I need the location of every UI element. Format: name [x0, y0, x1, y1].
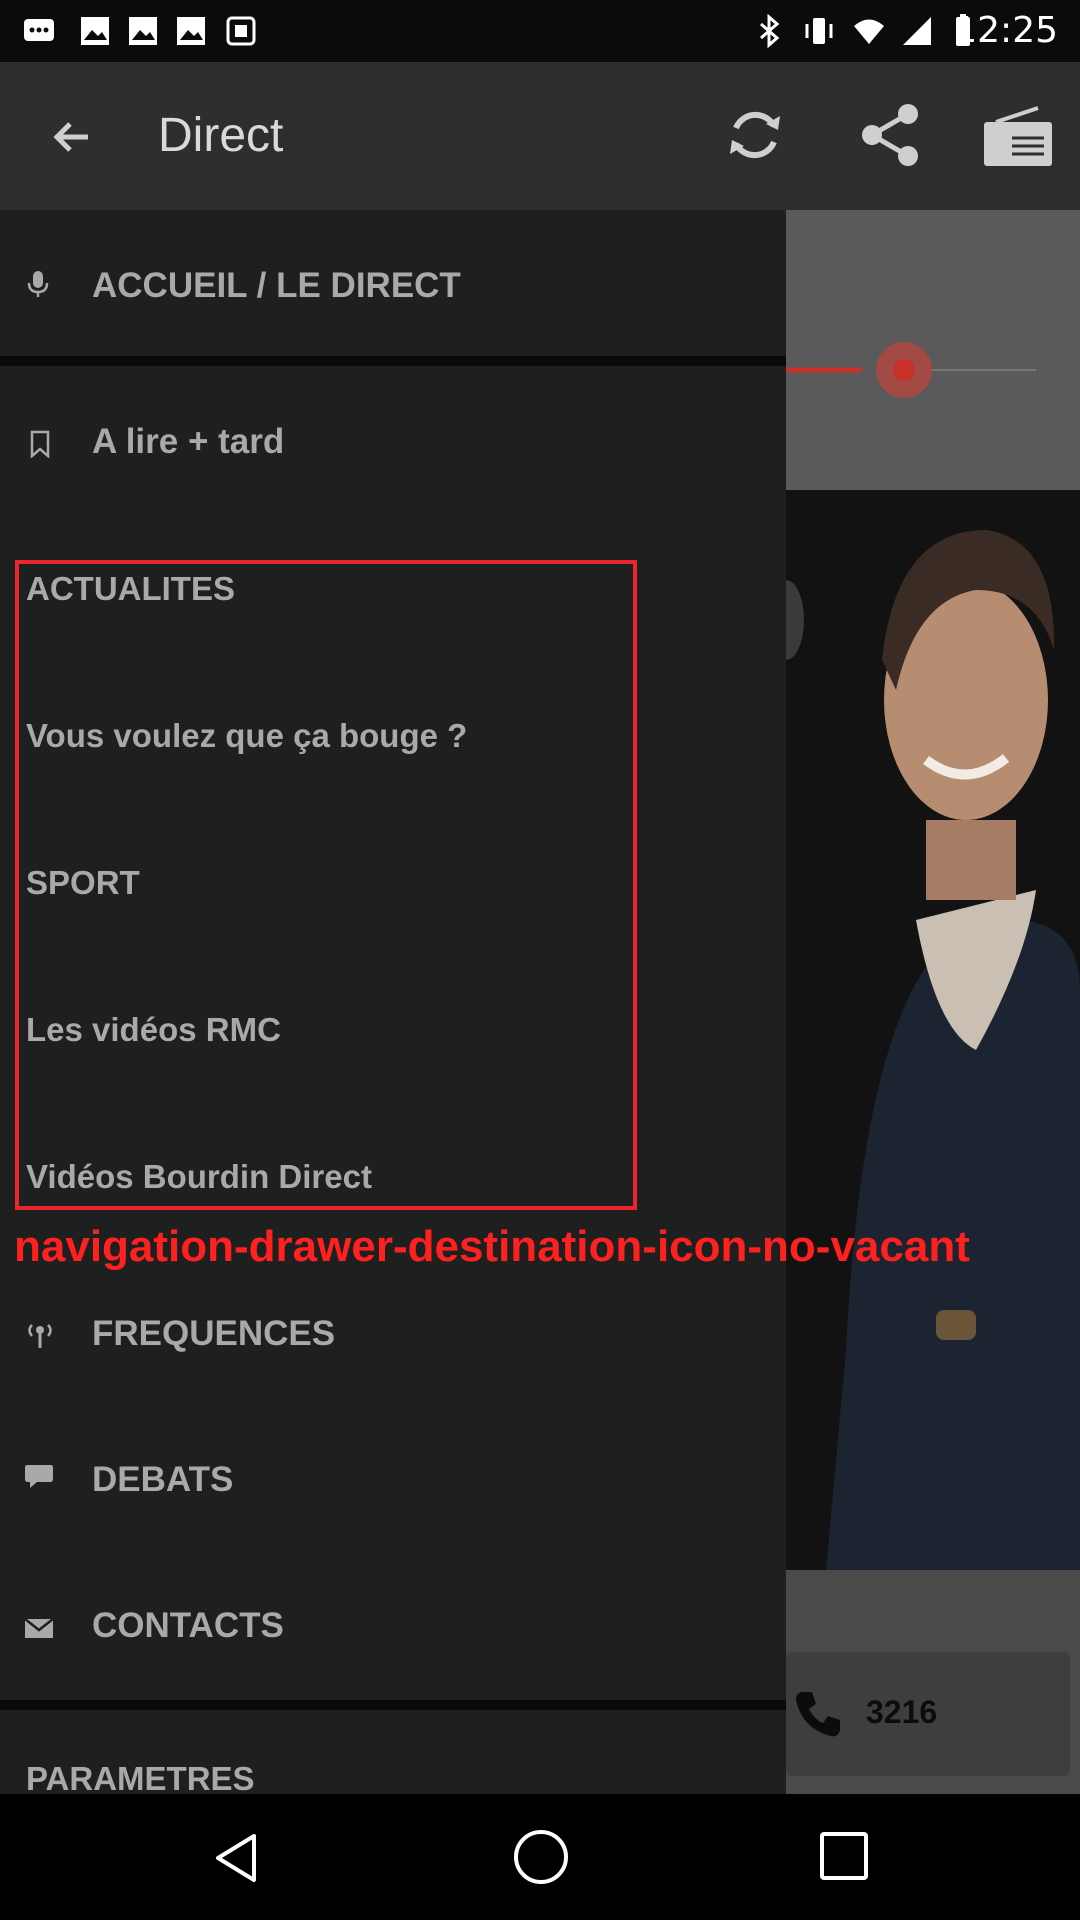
host-photo-illustration — [786, 490, 1080, 1570]
drawer-item-frequences[interactable]: FREQUENCES — [0, 1260, 786, 1406]
player-panel — [786, 210, 1080, 490]
drawer-item-label: ACCUEIL / LE DIRECT — [92, 266, 461, 305]
notification-icon — [226, 16, 256, 46]
drawer-item-label: DEBATS — [92, 1460, 234, 1499]
arrow-back-icon[interactable] — [46, 112, 96, 162]
nav-recents-icon[interactable] — [818, 1830, 870, 1882]
chat-bubble-icon — [25, 1465, 53, 1488]
drawer-item-label: CONTACTS — [92, 1606, 284, 1645]
antenna-icon — [28, 1324, 52, 1348]
wifi-icon — [854, 19, 884, 44]
drawer-item-contacts[interactable]: CONTACTS — [0, 1552, 786, 1698]
drawer-item-accueil[interactable]: ACCUEIL / LE DIRECT — [0, 210, 786, 356]
image-icon-3 — [177, 17, 205, 45]
drawer-item-label: A lire + tard — [92, 422, 285, 461]
image-icon — [81, 17, 109, 45]
image-icon-2 — [129, 17, 157, 45]
radio-icon[interactable] — [982, 104, 1054, 170]
nav-back-icon[interactable] — [208, 1830, 264, 1886]
drawer-divider-bottom — [0, 1700, 786, 1710]
app-bar: Direct — [0, 62, 1080, 210]
vibrate-icon — [805, 18, 833, 44]
status-time: 12:25 — [954, 10, 1058, 51]
bluetooth-icon — [760, 14, 780, 48]
bookmark-icon — [30, 430, 50, 458]
microphone-icon — [27, 271, 49, 297]
system-navigation-bar — [0, 1794, 1080, 1920]
share-icon[interactable] — [858, 102, 924, 168]
drawer-footer-parametres[interactable]: PARAMETRES — [26, 1760, 255, 1794]
refresh-icon[interactable] — [722, 102, 788, 168]
status-bar: 12:25 — [0, 0, 1080, 62]
highlight-box — [15, 560, 637, 1210]
drawer-item-debats[interactable]: DEBATS — [0, 1406, 786, 1552]
mail-icon — [24, 1618, 54, 1638]
drawer-item-label: FREQUENCES — [92, 1314, 336, 1353]
drawer-item-a-lire[interactable]: A lire + tard — [0, 366, 786, 516]
page-title: Direct — [158, 109, 284, 162]
host-photo — [786, 490, 1080, 1570]
drawer-divider — [0, 356, 786, 366]
message-icon — [24, 19, 54, 41]
call-number: 3216 — [866, 1694, 938, 1730]
nav-home-icon[interactable] — [512, 1828, 570, 1886]
player-seekbar[interactable] — [786, 340, 1080, 400]
signal-icon — [903, 17, 931, 45]
phone-icon — [796, 1692, 840, 1737]
